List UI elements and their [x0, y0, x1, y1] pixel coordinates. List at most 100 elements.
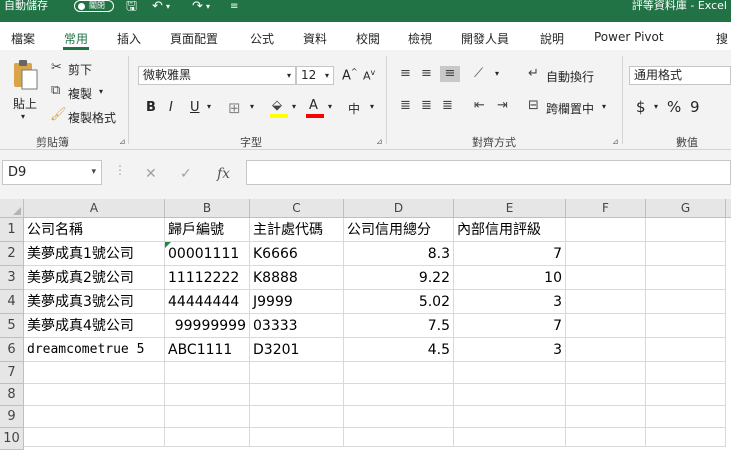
tab-insert[interactable]: 插入	[117, 30, 141, 47]
font-size-select[interactable]: 12 ▾	[296, 66, 334, 85]
cell-c7[interactable]	[250, 362, 344, 384]
autosave-toggle[interactable]: 關閉	[74, 0, 114, 12]
grow-font-button[interactable]: A^	[342, 67, 358, 83]
cell-d3[interactable]: 9.22	[344, 266, 454, 290]
cell-a5[interactable]: 美夢成真4號公司	[24, 314, 165, 338]
cell-e3[interactable]: 10	[454, 266, 566, 290]
column-header-b[interactable]: B	[165, 199, 250, 218]
cancel-icon[interactable]: ✕	[145, 166, 157, 182]
cell-f5[interactable]	[566, 314, 646, 338]
cell-g1[interactable]	[646, 218, 726, 242]
cell-g4[interactable]	[646, 290, 726, 314]
cell-g5[interactable]	[646, 314, 726, 338]
undo-dropdown-icon[interactable]: ▾	[166, 0, 170, 16]
wrap-text-icon[interactable]: ↵	[528, 66, 539, 82]
cell-a10[interactable]	[24, 428, 165, 447]
worksheet-grid[interactable]: A B C D E F G 1 2 3 4 5 6 7 8 9 10 公司名稱 …	[0, 199, 731, 450]
cell-d1[interactable]: 公司信用總分	[344, 218, 454, 242]
cell-a4[interactable]: 美夢成真3號公司	[24, 290, 165, 314]
row-header-6[interactable]: 6	[0, 338, 24, 362]
italic-button[interactable]: I	[169, 100, 173, 115]
cell-b3[interactable]: 11112222	[165, 266, 250, 290]
cell-f8[interactable]	[566, 384, 646, 406]
copy-dropdown-icon[interactable]: ▾	[99, 87, 103, 96]
cell-g3[interactable]	[646, 266, 726, 290]
underline-button[interactable]: U	[190, 100, 200, 115]
alignment-dialog-launcher-icon[interactable]: ⊿	[612, 137, 619, 146]
format-painter-icon[interactable]: 🖌	[50, 107, 67, 123]
row-header-7[interactable]: 7	[0, 362, 24, 384]
increase-indent-icon[interactable]: ⇥	[497, 98, 508, 114]
bottom-align-icon[interactable]: ≡	[440, 66, 460, 82]
tab-review[interactable]: 校閱	[356, 30, 380, 47]
format-painter-button[interactable]: 複製格式	[68, 109, 116, 126]
cell-g7[interactable]	[646, 362, 726, 384]
tab-home[interactable]: 常用	[62, 30, 90, 50]
enter-icon[interactable]: ✓	[180, 166, 192, 182]
row-header-5[interactable]: 5	[0, 314, 24, 338]
cell-b8[interactable]	[165, 384, 250, 406]
tab-help[interactable]: 說明	[540, 30, 564, 47]
comma-style-button[interactable]: 9	[690, 98, 700, 116]
tab-data[interactable]: 資料	[303, 30, 327, 47]
currency-button[interactable]: $	[636, 98, 646, 116]
undo-icon[interactable]: ↶	[152, 0, 163, 16]
column-header-d[interactable]: D	[344, 199, 454, 218]
tab-power-pivot[interactable]: Power Pivot	[594, 30, 664, 44]
scissors-icon[interactable]: ✂	[51, 60, 62, 76]
fill-color-dropdown-icon[interactable]: ▾	[292, 102, 296, 111]
cell-e2[interactable]: 7	[454, 242, 566, 266]
select-all-corner[interactable]	[0, 199, 24, 218]
column-header-g[interactable]: G	[646, 199, 726, 218]
cell-b6[interactable]: ABC1111	[165, 338, 250, 362]
tab-page-layout[interactable]: 頁面配置	[170, 30, 218, 47]
cell-e1[interactable]: 內部信用評級	[454, 218, 566, 242]
cell-g6[interactable]	[646, 338, 726, 362]
row-header-1[interactable]: 1	[0, 218, 24, 242]
cell-c2[interactable]: K6666	[250, 242, 344, 266]
phonetic-dropdown-icon[interactable]: ▾	[370, 102, 374, 111]
column-header-h-partial[interactable]	[726, 199, 731, 218]
cell-c9[interactable]	[250, 406, 344, 428]
cell-b10[interactable]	[165, 428, 250, 447]
cell-a6[interactable]: dreamcometrue 5	[24, 338, 165, 362]
cell-a1[interactable]: 公司名稱	[24, 218, 165, 242]
cell-f10[interactable]	[566, 428, 646, 447]
cell-d7[interactable]	[344, 362, 454, 384]
underline-dropdown-icon[interactable]: ▾	[207, 102, 211, 111]
font-name-select[interactable]: 微軟雅黑 ▾	[138, 66, 296, 85]
cell-d5[interactable]: 7.5	[344, 314, 454, 338]
cell-d10[interactable]	[344, 428, 454, 447]
column-header-a[interactable]: A	[24, 199, 165, 218]
font-dialog-launcher-icon[interactable]: ⊿	[376, 137, 383, 146]
cell-g2[interactable]	[646, 242, 726, 266]
formula-input[interactable]	[246, 160, 731, 185]
decrease-indent-icon[interactable]: ⇤	[474, 98, 485, 114]
cell-e7[interactable]	[454, 362, 566, 384]
redo-icon[interactable]: ↷	[192, 0, 203, 16]
cell-e9[interactable]	[454, 406, 566, 428]
cell-c3[interactable]: K8888	[250, 266, 344, 290]
cell-a3[interactable]: 美夢成真2號公司	[24, 266, 165, 290]
bold-button[interactable]: B	[146, 100, 156, 115]
top-align-icon[interactable]: ≡	[400, 66, 411, 82]
font-color-dropdown-icon[interactable]: ▾	[328, 102, 332, 111]
align-center-icon[interactable]: ≣	[421, 98, 432, 114]
cell-b4[interactable]: 44444444	[165, 290, 250, 314]
copy-button[interactable]: 複製	[68, 85, 92, 102]
cell-e4[interactable]: 3	[454, 290, 566, 314]
cell-f2[interactable]	[566, 242, 646, 266]
copy-icon[interactable]: ⧉	[51, 83, 60, 99]
row-header-3[interactable]: 3	[0, 266, 24, 290]
currency-dropdown-icon[interactable]: ▾	[654, 102, 658, 111]
cell-e8[interactable]	[454, 384, 566, 406]
cell-f6[interactable]	[566, 338, 646, 362]
merge-center-button[interactable]: 跨欄置中	[546, 100, 594, 117]
shrink-font-button[interactable]: Av	[363, 68, 375, 83]
save-icon[interactable]: 🖫	[126, 0, 137, 16]
row-header-4[interactable]: 4	[0, 290, 24, 314]
column-header-f[interactable]: F	[566, 199, 646, 218]
cell-c8[interactable]	[250, 384, 344, 406]
orientation-icon[interactable]: ⟋	[474, 66, 483, 82]
column-header-e[interactable]: E	[454, 199, 566, 218]
